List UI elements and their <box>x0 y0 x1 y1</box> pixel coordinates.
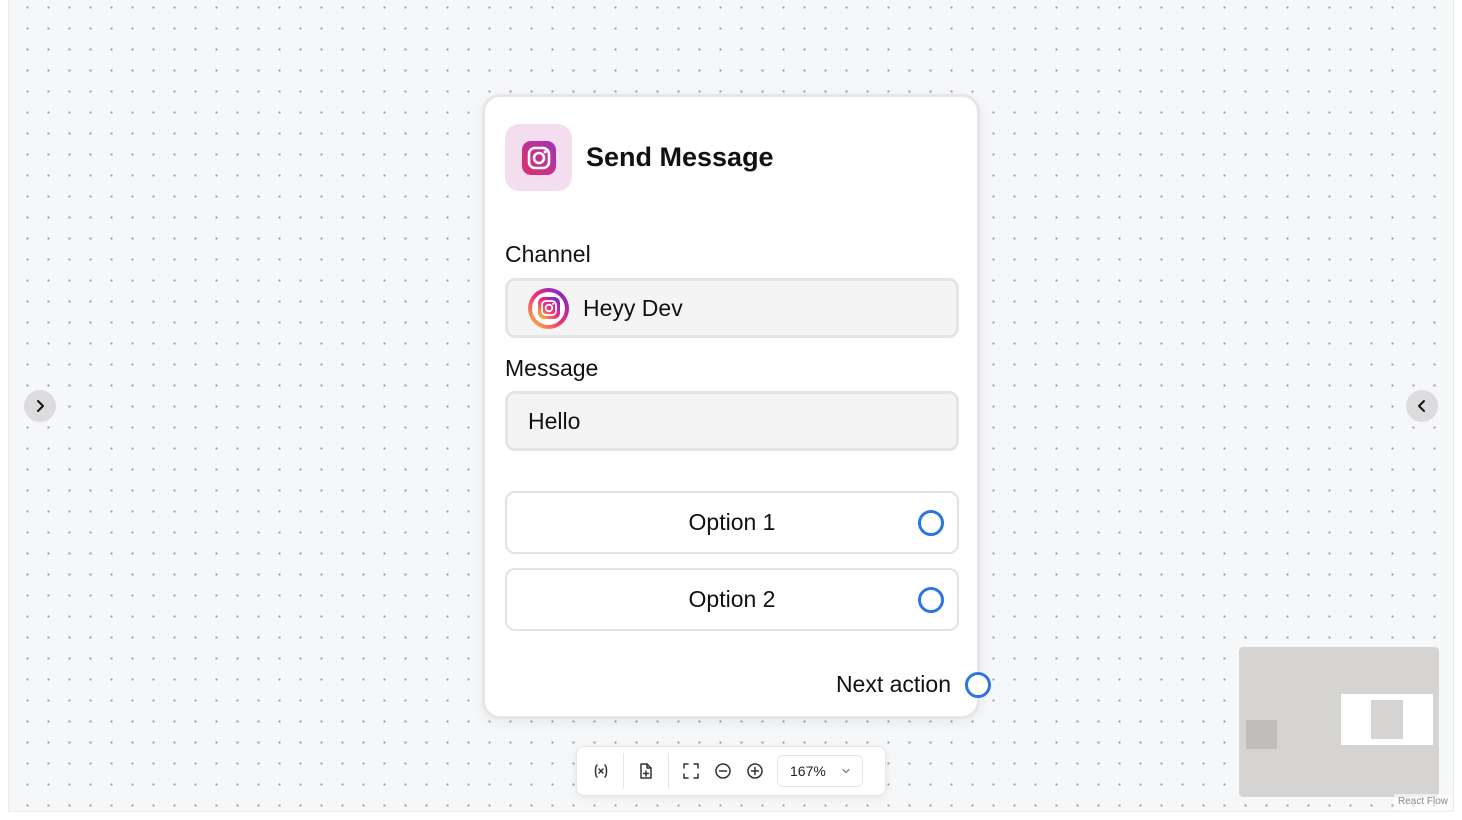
chevron-right-icon <box>37 400 44 412</box>
instagram-icon <box>537 297 560 319</box>
react-flow-attribution[interactable]: React Flow <box>1394 794 1453 810</box>
chevron-left-icon <box>1418 400 1425 412</box>
add-file-icon <box>640 763 652 779</box>
node-title: Send Message <box>586 142 774 172</box>
zoom-in-icon <box>747 763 763 779</box>
minimap-node <box>1246 720 1277 749</box>
fit-view-icon <box>683 763 699 779</box>
channel-avatar <box>528 287 569 329</box>
message-value: Hello <box>528 407 581 434</box>
variables-button[interactable] <box>585 755 617 787</box>
option-label: Option 1 <box>688 509 776 535</box>
toolbar-divider <box>623 753 624 789</box>
channel-select[interactable]: Heyy Dev <box>505 278 959 338</box>
variable-icon <box>594 764 608 778</box>
zoom-level-value: 167% <box>790 763 826 779</box>
message-label: Message <box>505 355 599 381</box>
fit-view-button[interactable] <box>675 755 707 787</box>
option-button-2[interactable]: Option 2 <box>505 568 959 631</box>
channel-value: Heyy Dev <box>583 294 683 321</box>
zoom-out-icon <box>715 763 731 779</box>
minimap[interactable] <box>1239 647 1439 797</box>
zoom-in-button[interactable] <box>739 755 771 787</box>
channel-label: Channel <box>505 241 591 267</box>
add-file-button[interactable] <box>630 755 662 787</box>
expand-right-panel-button[interactable] <box>1406 390 1438 422</box>
option-1-handle[interactable] <box>918 510 944 536</box>
toolbar-divider <box>668 753 669 789</box>
option-label: Option 2 <box>688 586 776 612</box>
message-input[interactable]: Hello <box>505 391 959 451</box>
zoom-out-button[interactable] <box>707 755 739 787</box>
canvas-toolbar: 167% <box>576 746 886 796</box>
node-header: Send Message <box>505 124 774 191</box>
option-2-handle[interactable] <box>918 587 944 613</box>
zoom-level-select[interactable]: 167% <box>777 755 863 787</box>
instagram-icon <box>505 124 572 191</box>
expand-left-panel-button[interactable] <box>24 390 56 422</box>
next-action-handle[interactable] <box>965 672 991 698</box>
send-message-node[interactable]: Send Message Channel Heyy Dev Message He… <box>482 94 991 719</box>
next-action-label: Next action <box>835 671 951 697</box>
option-button-1[interactable]: Option 1 <box>505 491 959 554</box>
minimap-node <box>1371 700 1403 739</box>
chevron-down-icon <box>842 768 850 774</box>
